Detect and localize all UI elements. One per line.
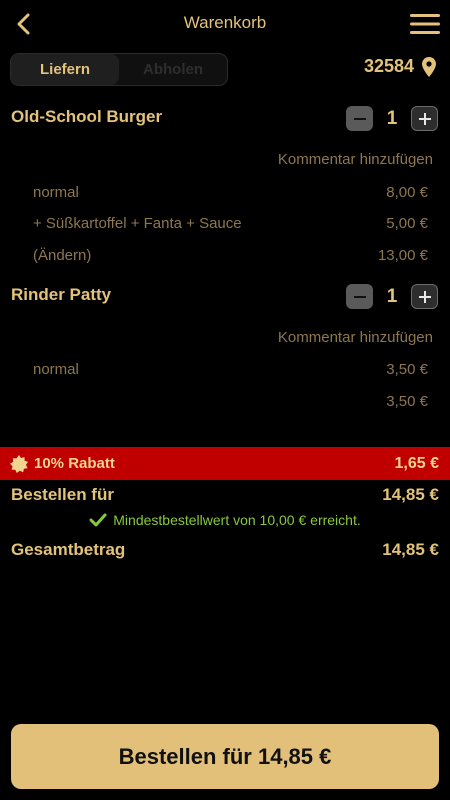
line-label: normal [33,184,79,201]
discount-label: 10% Rabatt [34,455,115,472]
minus-icon [353,295,366,298]
line-price: 3,50 € [386,393,428,410]
cart-item-subtotal: 3,50 € [33,393,428,410]
location-selector[interactable]: 32584 [364,56,436,77]
discount-value: 1,65 € [394,454,439,472]
cart-item-line: normal 8,00 € [33,184,428,201]
quantity-stepper: 1 [346,106,438,131]
minus-icon [353,117,366,120]
discount-bar: 10% Rabatt 1,65 € [0,447,450,480]
line-price: 8,00 € [386,184,428,201]
zip-code: 32584 [363,56,414,76]
tab-liefern[interactable]: Liefern [11,54,119,85]
hamburger-menu-icon[interactable] [410,12,440,36]
decrease-quantity-button[interactable] [346,106,373,131]
total-row: Gesamtbetrag 14,85 € [11,540,439,560]
cart-item-line: normal 3,50 € [33,361,428,378]
total-value: 14,85 € [382,540,439,559]
discount-badge-icon [10,454,28,473]
place-order-button[interactable]: Bestellen für 14,85 € [11,724,439,789]
increase-quantity-button[interactable] [411,284,438,309]
quantity-value: 1 [386,285,398,307]
tab-abholen[interactable]: Abholen [119,54,227,85]
decrease-quantity-button[interactable] [346,284,373,309]
add-comment-link[interactable]: Kommentar hinzufügen [278,151,433,168]
cart-item-line: (Ändern) 13,00 € [33,247,428,264]
add-comment-link[interactable]: Kommentar hinzufügen [278,329,433,346]
plus-icon [418,112,431,125]
plus-icon [418,290,431,303]
cart-item-line: + Süßkartoffel + Fanta + Sauce 5,00 € [33,215,428,232]
line-price: 3,50 € [386,361,428,378]
increase-quantity-button[interactable] [411,106,438,131]
checkmark-icon [89,513,107,527]
cart-item-name: Rinder Patty [11,285,112,304]
page-title: Warenkorb [183,13,267,32]
min-order-notice: Mindestbestellwert von 10,00 € erreicht. [0,512,450,528]
cart-item-name: Old-School Burger [11,107,163,126]
delivery-mode-toggle: Liefern Abholen [10,53,228,86]
location-pin-icon [422,56,436,77]
discount-info: 10% Rabatt [10,454,115,473]
quantity-stepper: 1 [346,284,438,309]
order-for-value: 14,85 € [382,485,439,504]
order-for-row: Bestellen für 14,85 € [11,485,439,505]
line-label: normal [33,361,79,378]
line-price: 5,00 € [386,215,428,232]
quantity-value: 1 [386,107,398,129]
min-order-text: Mindestbestellwert von 10,00 € erreicht. [113,512,361,528]
line-label: + Süßkartoffel + Fanta + Sauce [33,215,242,232]
app-header: Warenkorb [0,0,450,50]
line-price: 13,00 € [377,247,428,264]
change-link[interactable]: (Ändern) [33,247,91,264]
total-label: Gesamtbetrag [11,540,126,559]
order-for-label: Bestellen für [11,485,114,504]
